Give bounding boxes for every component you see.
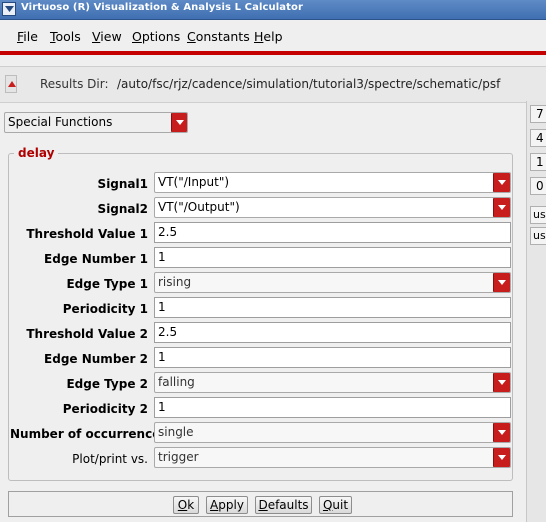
menu-view[interactable]: View [92, 29, 122, 44]
threshold2-value: 2.5 [158, 325, 178, 339]
key-7[interactable]: 7 [530, 105, 546, 123]
apply-button[interactable]: Apply [206, 496, 248, 514]
occurrences-select[interactable]: single [154, 422, 511, 443]
menu-help-mnemonic: H [254, 29, 264, 44]
edge-number1-label: Edge Number 1 [44, 252, 148, 266]
threshold1-label: Threshold Value 1 [26, 227, 148, 241]
results-bar: Results Dir: /auto/fsc/rjz/cadence/simul… [0, 66, 546, 103]
threshold2-input[interactable]: 2.5 [154, 322, 511, 343]
signal1-label: Signal1 [97, 177, 148, 191]
menu-constants-label: onstants [195, 29, 250, 44]
signal2-select[interactable]: VT("/Output") [154, 197, 511, 218]
edge-type1-label: Edge Type 1 [66, 277, 148, 291]
ok-label: k [187, 498, 195, 512]
signal2-dropdown-button[interactable] [493, 198, 510, 217]
edge-type2-value: falling [158, 375, 195, 389]
menu-constants[interactable]: Constants [187, 29, 250, 44]
quit-mnemonic: Q [322, 498, 333, 512]
chevron-down-icon [176, 120, 184, 125]
key-4[interactable]: 4 [530, 129, 546, 147]
accent-divider [0, 51, 546, 55]
plot-print-label: Plot/print vs. [72, 452, 148, 466]
menu-file[interactable]: File [17, 29, 38, 44]
window-menu-icon[interactable] [2, 2, 16, 16]
menu-options-mnemonic: O [132, 29, 142, 44]
quit-button[interactable]: Quit [319, 496, 352, 514]
menu-help[interactable]: Help [254, 29, 283, 44]
function-category-select[interactable]: Special Functions [4, 112, 188, 133]
menu-constants-mnemonic: C [187, 29, 196, 44]
periodicity2-label: Periodicity 2 [62, 402, 148, 416]
chevron-down-icon [498, 180, 506, 185]
edge-number1-value: 1 [158, 250, 166, 264]
window-title: Virtuoso (R) Visualization & Analysis L … [21, 2, 303, 13]
periodicity1-input[interactable]: 1 [154, 297, 511, 318]
periodicity2-input[interactable]: 1 [154, 397, 511, 418]
threshold2-label: Threshold Value 2 [26, 327, 148, 341]
button-bar: Ok Apply Defaults Quit [8, 491, 513, 517]
edge-number2-label: Edge Number 2 [44, 352, 148, 366]
menu-options[interactable]: Options [132, 29, 180, 44]
key-0[interactable]: 0 [530, 177, 546, 195]
edge-type1-select[interactable]: rising [154, 272, 511, 293]
ok-button[interactable]: Ok [173, 496, 199, 514]
quit-label: uit [332, 498, 349, 512]
up-arrow-icon [8, 81, 16, 87]
defaults-button[interactable]: Defaults [255, 496, 312, 514]
defaults-mnemonic: D [258, 498, 268, 512]
periodicity1-value: 1 [158, 300, 166, 314]
signal2-label: Signal2 [97, 202, 148, 216]
edge-type1-dropdown-button[interactable] [493, 273, 510, 292]
unit-key-us[interactable]: us [530, 206, 546, 224]
results-dir-path: /auto/fsc/rjz/cadence/simulation/tutoria… [117, 77, 501, 91]
plot-print-value: trigger [158, 450, 199, 464]
results-dir-label: Results Dir: [40, 77, 109, 91]
key-1[interactable]: 1 [530, 153, 546, 171]
edge-number1-input[interactable]: 1 [154, 247, 511, 268]
edge-number2-value: 1 [158, 350, 166, 364]
signal1-value: VT("/Input") [158, 175, 230, 189]
periodicity2-value: 1 [158, 400, 166, 414]
threshold1-value: 2.5 [158, 225, 178, 239]
chevron-down-icon [498, 455, 506, 460]
title-bar[interactable]: Virtuoso (R) Visualization & Analysis L … [0, 0, 546, 20]
menu-view-label: iew [100, 29, 122, 44]
periodicity1-label: Periodicity 1 [62, 302, 148, 316]
occurrences-value: single [158, 425, 194, 439]
threshold1-input[interactable]: 2.5 [154, 222, 511, 243]
chevron-down-icon [498, 430, 506, 435]
occurrences-dropdown-button[interactable] [493, 423, 510, 442]
unit-key-us[interactable]: us [530, 227, 546, 245]
plot-print-dropdown-button[interactable] [493, 448, 510, 467]
edge-type1-value: rising [158, 275, 192, 289]
chevron-down-icon [498, 280, 506, 285]
function-category-value: Special Functions [8, 115, 113, 129]
plot-print-select[interactable]: trigger [154, 447, 511, 468]
defaults-label: efaults [267, 498, 309, 512]
chevron-down-icon [498, 205, 506, 210]
occurrences-label: Number of occurrences [10, 427, 168, 441]
ok-mnemonic: O [177, 498, 188, 512]
signal2-value: VT("/Output") [158, 200, 240, 214]
apply-label: pply [218, 498, 244, 512]
edge-type2-label: Edge Type 2 [66, 377, 148, 391]
edge-type2-select[interactable]: falling [154, 372, 511, 393]
dropdown-button[interactable] [171, 113, 187, 132]
collapse-toggle[interactable] [5, 75, 17, 93]
chevron-down-icon [498, 380, 506, 385]
edge-number2-input[interactable]: 1 [154, 347, 511, 368]
form-title: delay [14, 146, 59, 160]
menu-file-label: ile [23, 29, 38, 44]
edge-type2-dropdown-button[interactable] [493, 373, 510, 392]
menu-options-label: ptions [141, 29, 181, 44]
menu-bar: File Tools View Options Constants Help [0, 20, 546, 52]
menu-help-label: elp [263, 29, 283, 44]
menu-tools-label: ools [55, 29, 81, 44]
signal1-dropdown-button[interactable] [493, 173, 510, 192]
signal1-select[interactable]: VT("/Input") [154, 172, 511, 193]
menu-tools[interactable]: Tools [50, 29, 81, 44]
